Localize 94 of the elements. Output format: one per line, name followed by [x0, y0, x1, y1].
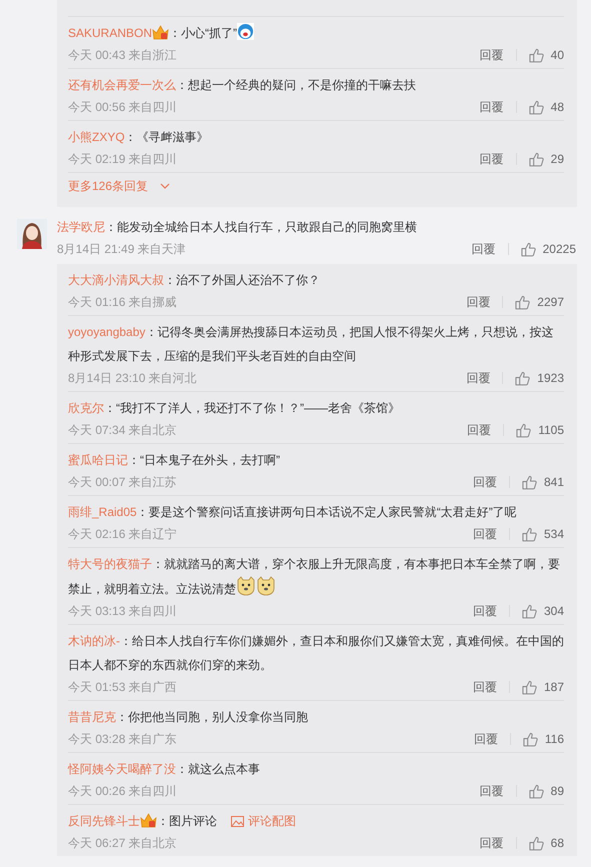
comment-text: 还有机会再爱一次么：想起一个经典的疑问，不是你撞的干嘛去扶: [68, 77, 417, 94]
dog-emoji-icon: [236, 576, 256, 596]
comment-text: 雨绯_Raid05：要是这个警察问话直接讲两句日本话说不定人家民警就“太君走好”了呢: [68, 504, 518, 521]
comment-time: 今天 00:43 来自浙江: [68, 46, 178, 64]
username-link[interactable]: SAKURANBON: [68, 26, 152, 40]
like-count: 68: [550, 836, 564, 850]
comment-text: yoyoyangbaby：记得冬奥会满屏热搜舔日本运动员，把国人恨不得架火上烤，只想说，按这种形式发展下去，压缩的是我们平头老百姓的自由空间: [68, 324, 554, 365]
like-count: 20225: [542, 242, 576, 256]
comment-text: SAKURANBON ：小心“抓了”: [68, 21, 564, 45]
like-icon[interactable]: [522, 526, 537, 542]
like-icon[interactable]: [522, 680, 537, 694]
reply-button[interactable]: 回覆: [480, 782, 504, 800]
comment-time: 今天 01:53 来自广西: [68, 678, 178, 696]
like-icon[interactable]: [520, 242, 536, 256]
username-link[interactable]: 昔昔尼克: [68, 710, 116, 724]
reply-button[interactable]: 回覆: [480, 834, 504, 852]
username-link[interactable]: 特大号的夜猫子: [68, 557, 152, 571]
comment-time: 今天 02:16 来自辽宁: [68, 526, 178, 542]
username-link[interactable]: 雨绯_Raid05: [68, 505, 137, 519]
comment-time: 今天 02:19 来自四川: [68, 150, 178, 168]
like-icon[interactable]: [516, 422, 532, 438]
reply-button[interactable]: 回覆: [472, 602, 497, 620]
comment-text: 蜜瓜哈日记：“日本鬼子在外头，去打啊”: [68, 452, 281, 469]
like-icon[interactable]: [528, 100, 544, 114]
like-count: 304: [544, 604, 564, 618]
username-link[interactable]: yoyoyangbaby: [68, 325, 146, 339]
reply-button[interactable]: 回覆: [472, 240, 496, 258]
reply-button[interactable]: 回覆: [472, 474, 497, 490]
reply-button[interactable]: 回覆: [474, 730, 498, 748]
username-link[interactable]: 大大滴小清风大叔: [68, 273, 164, 287]
like-count: 1105: [538, 423, 564, 437]
comment-text: 特大号的夜猫子：就就踏马的离大谱，穿个衣服上升无限高度，有本事把日本车全禁了啊，要禁止，就明着立法。立法说清楚: [68, 556, 561, 598]
comment-time: 8月14日 21:49 来自天津: [57, 240, 187, 258]
like-count: 2297: [537, 295, 564, 309]
comment-text: 欣克尔：“我打不了洋人，我还打不了你！？”——老舍《茶馆》: [68, 400, 401, 417]
comment-time: 今天 00:56 来自四川: [68, 98, 178, 116]
sticker-icon: [237, 23, 254, 40]
username-link[interactable]: 反同先锋斗士: [68, 814, 140, 828]
username-link[interactable]: 木讷的冰-: [68, 634, 120, 648]
like-icon[interactable]: [528, 48, 544, 62]
dog-emoji-icon: [256, 576, 276, 596]
avatar[interactable]: [17, 219, 47, 249]
like-count: 89: [550, 784, 564, 798]
like-count: 534: [544, 527, 564, 541]
comment-text: 昔昔尼克：你把他当同胞，别人没拿你当同胞: [68, 709, 309, 726]
like-icon[interactable]: [522, 474, 537, 490]
comment-time: 今天 03:13 来自四川: [68, 602, 178, 620]
like-count: 116: [544, 732, 564, 746]
reply-button[interactable]: 回覆: [472, 678, 497, 696]
image-icon: [231, 816, 244, 827]
more-replies-link[interactable]: 更多126条回复: [68, 178, 148, 194]
crown-badge-icon: [140, 813, 157, 828]
comment-image-link[interactable]: 评论配图: [231, 814, 296, 828]
like-count: 187: [544, 680, 564, 694]
comment-time: 今天 01:16 来自挪威: [68, 294, 178, 310]
reply-button[interactable]: 回覆: [467, 422, 492, 438]
like-count: 1923: [537, 371, 564, 385]
reply-button[interactable]: 回覆: [466, 294, 490, 310]
like-icon[interactable]: [522, 604, 537, 618]
comment-text: 大大滴小清风大叔：治不了外国人还治不了你？: [68, 272, 321, 289]
like-count: 841: [544, 475, 564, 489]
comment-time: 今天 03:28 来自广东: [68, 730, 178, 748]
like-icon[interactable]: [522, 732, 538, 746]
like-count: 29: [550, 152, 564, 166]
username-link[interactable]: 怪阿姨今天喝醉了没: [68, 762, 176, 776]
username-link[interactable]: 蜜瓜哈日记: [68, 453, 128, 467]
comment-time: 今天 07:34 来自北京: [68, 422, 178, 438]
like-icon[interactable]: [528, 836, 544, 850]
comment-time: 今天 06:27 来自北京: [68, 834, 178, 852]
username-link[interactable]: 还有机会再爱一次么: [68, 78, 176, 92]
reply-button[interactable]: 回覆: [480, 46, 504, 64]
comment-text: 小熊ZXYQ：《寻衅滋事》: [68, 129, 210, 146]
reply-button[interactable]: 回覆: [480, 98, 504, 116]
chevron-down-icon: [160, 183, 170, 189]
like-icon[interactable]: [528, 784, 544, 798]
comment-text: 怪阿姨今天喝醉了没：就这么点本事: [68, 761, 261, 778]
comment-time: 今天 00:07 来自江苏: [68, 474, 178, 490]
reply-button[interactable]: 回覆: [472, 526, 497, 542]
username-link[interactable]: 法学欧尼: [57, 220, 105, 234]
like-icon[interactable]: [528, 152, 544, 166]
reply-button[interactable]: 回覆: [466, 370, 490, 386]
comment-time: 今天 00:26 来自四川: [68, 782, 178, 800]
like-icon[interactable]: [515, 294, 530, 310]
comment-time: 8月14日 23:10 来自河北: [68, 370, 198, 386]
username-link[interactable]: 欣克尔: [68, 401, 104, 415]
username-link[interactable]: 小熊ZXYQ: [68, 130, 125, 144]
comment-text: 法学欧尼：能发动全城给日本人找自行车，只敢跟自己的同胞窝里横: [57, 219, 418, 236]
comment-text: 反同先锋斗士 ：图片评论: [68, 814, 217, 828]
comment-text: 木讷的冰-：给日本人找自行车你们嫌媚外，查日本和服你们又嫌管太宽，真难伺候。在中国的日本人都不穿的东西就你们穿的来劲。: [68, 633, 564, 674]
crown-badge-icon: [152, 25, 170, 40]
like-count: 48: [550, 100, 564, 114]
reply-button[interactable]: 回覆: [480, 150, 504, 168]
like-count: 40: [550, 48, 564, 62]
like-icon[interactable]: [515, 370, 530, 386]
